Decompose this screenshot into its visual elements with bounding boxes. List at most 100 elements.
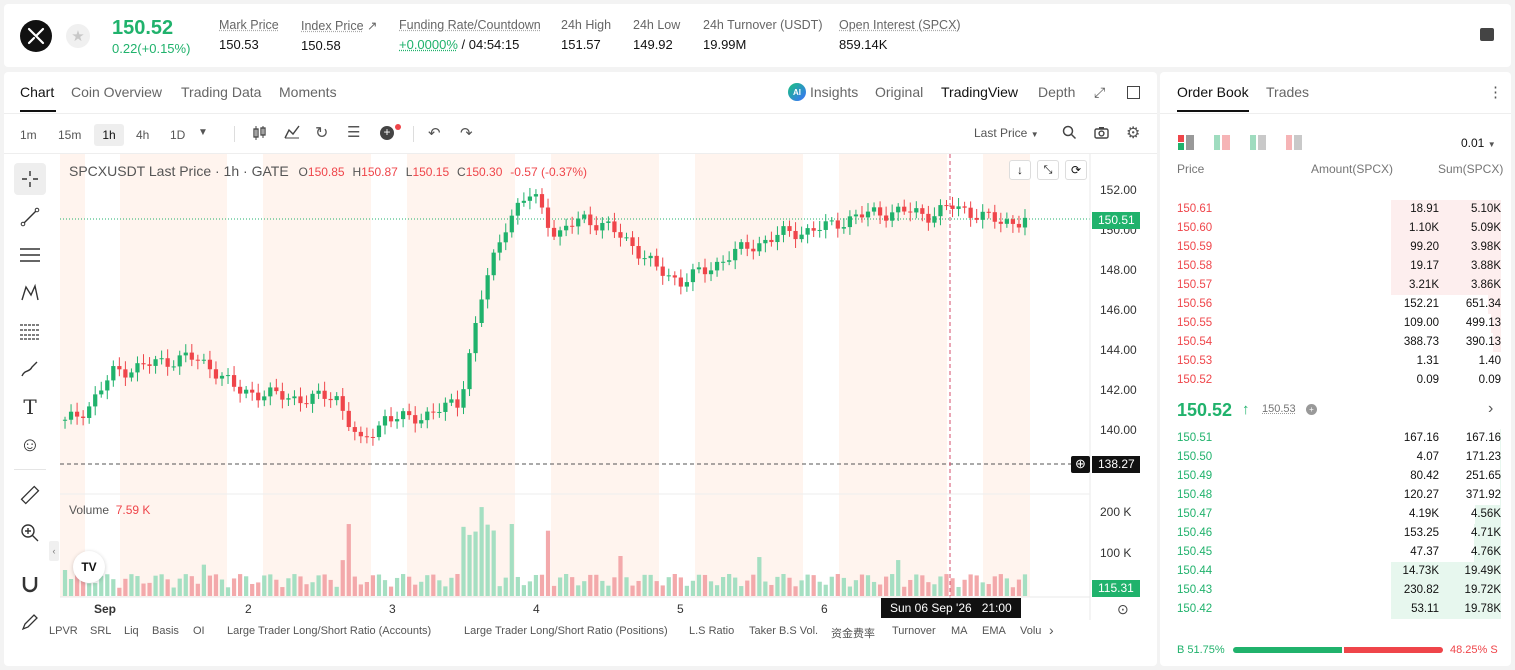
session-band	[551, 154, 659, 597]
candle	[147, 364, 152, 366]
more-options-icon[interactable]: ⋮	[1488, 83, 1503, 101]
bid-sum: 167.16	[1465, 432, 1501, 444]
tab-order-book[interactable]: Order Book	[1177, 84, 1249, 100]
volume-bar	[419, 581, 424, 596]
indicator-oi[interactable]: OI	[193, 625, 205, 637]
chart-scroll-down-icon[interactable]: ↓	[1009, 160, 1031, 180]
volume-bar	[129, 574, 134, 596]
volume-bar	[600, 580, 605, 596]
volume-bar	[642, 574, 647, 596]
bid-price: 150.51	[1177, 432, 1213, 444]
indicator-lpvr[interactable]: LPVR	[49, 625, 78, 637]
view-bids-icon[interactable]	[1250, 135, 1266, 150]
candle	[630, 237, 635, 247]
volume-bar	[986, 584, 991, 596]
ask-row[interactable]: 150.59 99.20 3.98K	[1160, 238, 1508, 257]
ask-row[interactable]: 150.54 388.73 390.13	[1160, 333, 1508, 352]
candle	[1016, 223, 1022, 228]
bid-sum: 19.78K	[1464, 603, 1501, 615]
indicator-funding-rate[interactable]: 资金费率	[831, 625, 875, 641]
bid-sum: 4.56K	[1470, 508, 1501, 520]
bid-row[interactable]: 150.42 53.11 19.78K	[1160, 600, 1508, 619]
bid-row[interactable]: 150.45 47.37 4.76K	[1160, 543, 1508, 562]
buy-ratio-bar	[1233, 647, 1342, 653]
candle	[805, 228, 810, 235]
indicators-next-icon[interactable]: ›	[1049, 622, 1054, 638]
candle	[865, 211, 871, 218]
volume-bar	[998, 574, 1003, 596]
ask-row[interactable]: 150.58 19.17 3.88K	[1160, 257, 1508, 276]
ask-row[interactable]: 150.52 0.09 0.09	[1160, 371, 1508, 390]
volume-bar	[286, 578, 291, 596]
bid-row[interactable]: 150.48 120.27 371.92	[1160, 486, 1508, 505]
candle	[877, 207, 883, 216]
bid-row[interactable]: 150.46 153.25 4.71K	[1160, 524, 1508, 543]
volume-bar	[431, 574, 436, 596]
candle	[998, 221, 1003, 224]
view-asks-bids-icon[interactable]	[1214, 135, 1230, 150]
view-asks-icon[interactable]	[1286, 135, 1302, 150]
volume-bar	[739, 586, 744, 596]
current-price-tag: 150.51	[1092, 212, 1140, 229]
goto-realtime-icon[interactable]: ⊙	[1117, 601, 1129, 618]
candle	[763, 239, 768, 244]
ask-row[interactable]: 150.57 3.21K 3.86K	[1160, 276, 1508, 295]
volume-bar	[346, 524, 351, 596]
candle	[244, 389, 249, 394]
ask-row[interactable]: 150.56 152.21 651.34	[1160, 295, 1508, 314]
bid-row[interactable]: 150.47 4.19K 4.56K	[1160, 505, 1508, 524]
bid-row[interactable]: 150.49 80.42 251.65	[1160, 467, 1508, 486]
book-icon[interactable]	[1480, 28, 1494, 41]
indicator-ma[interactable]: MA	[951, 625, 968, 637]
bid-row[interactable]: 150.51 167.16 167.16	[1160, 429, 1508, 448]
ask-price: 150.54	[1177, 336, 1213, 348]
mid-price-arrow-right-icon[interactable]: ›	[1488, 400, 1493, 418]
candle	[165, 358, 170, 367]
ask-row[interactable]: 150.61 18.91 5.10K	[1160, 200, 1508, 219]
candle	[280, 391, 285, 400]
ask-row[interactable]: 150.60 1.10K 5.09K	[1160, 219, 1508, 238]
indicator-lt-accounts[interactable]: Large Trader Long/Short Ratio (Accounts)	[227, 625, 431, 637]
volume-bar	[334, 586, 339, 596]
volume-bar	[141, 583, 146, 596]
indicator-lt-positions[interactable]: Large Trader Long/Short Ratio (Positions…	[464, 625, 668, 637]
indicator-liq[interactable]: Liq	[124, 625, 139, 637]
precision-select[interactable]: 0.01 ▼	[1461, 136, 1496, 150]
volume-bar	[570, 577, 575, 596]
candle	[902, 206, 907, 212]
ask-amount: 109.00	[1403, 317, 1439, 329]
indicator-basis[interactable]: Basis	[152, 625, 179, 637]
indicator-turnover[interactable]: Turnover	[892, 625, 936, 637]
ask-amount: 1.10K	[1408, 222, 1439, 234]
volume-bar	[666, 577, 671, 596]
bid-row[interactable]: 150.43 230.82 19.72K	[1160, 581, 1508, 600]
candle	[99, 390, 104, 395]
bid-row[interactable]: 150.44 14.73K 19.49K	[1160, 562, 1508, 581]
bid-sum: 371.92	[1465, 489, 1501, 501]
tab-trades[interactable]: Trades	[1266, 84, 1309, 100]
candle	[793, 230, 798, 240]
candle	[950, 205, 955, 209]
candle	[841, 227, 846, 229]
candle	[708, 270, 714, 275]
chart-reset-icon[interactable]: ⟳	[1065, 160, 1087, 180]
ask-row[interactable]: 150.55 109.00 499.13	[1160, 314, 1508, 333]
candle	[974, 217, 979, 220]
chart-compress-icon[interactable]: ⤡	[1037, 160, 1059, 180]
indicator-ema[interactable]: EMA	[982, 625, 1006, 637]
volume-bar	[280, 587, 285, 596]
indicator-srl[interactable]: SRL	[90, 625, 111, 637]
ask-price: 150.56	[1177, 298, 1213, 310]
tradingview-logo[interactable]: TV	[73, 551, 105, 583]
bid-row[interactable]: 150.50 4.07 171.23	[1160, 448, 1508, 467]
ask-row[interactable]: 150.53 1.31 1.40	[1160, 352, 1508, 371]
volume-bar	[733, 577, 738, 596]
candle	[286, 398, 291, 400]
indicator-ls-ratio[interactable]: L.S Ratio	[689, 625, 734, 637]
view-both-icon[interactable]	[1178, 135, 1194, 150]
price-chart[interactable]	[0, 0, 1157, 620]
indicator-volume[interactable]: Volu	[1020, 625, 1041, 637]
crosshair-add-icon[interactable]: ⊕	[1071, 456, 1090, 473]
candle	[479, 299, 484, 323]
indicator-taker-vol[interactable]: Taker B.S Vol.	[749, 625, 818, 637]
